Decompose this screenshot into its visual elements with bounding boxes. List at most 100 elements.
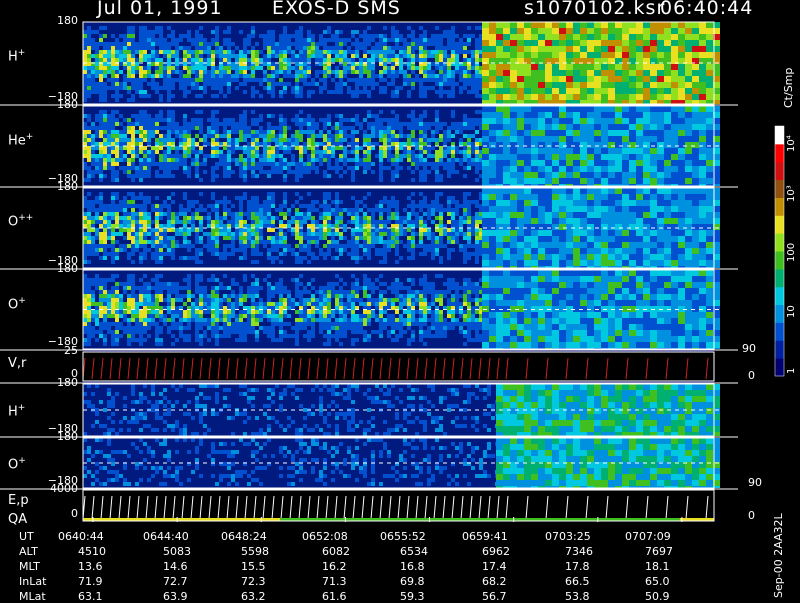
panel-6 — [83, 384, 722, 436]
footer-label-mlt: MLT — [19, 560, 40, 573]
panel-label-text: O — [8, 457, 18, 472]
footer-value: 53.8 — [565, 590, 590, 603]
panel-label-o-plus: O+ — [8, 296, 26, 312]
right-tick-bottom-o-plus-2: 90 — [748, 476, 762, 489]
footer-value: 72.3 — [241, 575, 266, 588]
footer-value: 61.6 — [322, 590, 347, 603]
footer-value: 59.3 — [400, 590, 425, 603]
footer-label-mlat: MLat — [19, 590, 46, 603]
footer-value: 65.0 — [645, 575, 670, 588]
y-tick-top-he-plus: 180 — [48, 98, 78, 111]
footer-value: 72.7 — [163, 575, 188, 588]
right-tick-top-v-r: 90 — [742, 342, 756, 355]
panel-label-qa: QA — [8, 512, 27, 527]
colorbar-segment-9 — [775, 215, 784, 233]
y-tick-top-o-plus: 180 — [48, 262, 78, 275]
panel-1 — [83, 22, 722, 104]
y-tick-bottom-e-p: 0 — [38, 507, 78, 520]
colorbar-tick-2: 10 — [786, 305, 797, 318]
panel-4 — [83, 270, 722, 349]
footer-value: 71.3 — [322, 575, 347, 588]
spectrogram-svg — [0, 0, 800, 600]
footer-value: 0648:24 — [221, 530, 267, 543]
panel-label-sup: + — [18, 456, 26, 466]
chart-stage: Jul 01, 1991 EXOS-D SMS s1070102.ksr 06:… — [0, 0, 800, 600]
footer-value: 17.8 — [565, 560, 590, 573]
colorbar-segment-2 — [775, 340, 784, 358]
footer-value: 63.2 — [241, 590, 266, 603]
panel-label-h-plus: H+ — [8, 48, 25, 64]
footer-value: 63.9 — [163, 590, 188, 603]
panel-8 — [83, 490, 714, 521]
y-tick-top-v-r: 25 — [48, 344, 78, 357]
y-tick-top-o-plus-plus: 180 — [48, 180, 78, 193]
footer-value: 14.6 — [163, 560, 188, 573]
footer-value: 69.8 — [400, 575, 425, 588]
footer-value: 17.4 — [482, 560, 507, 573]
colorbar-segment-14 — [775, 126, 784, 144]
footer-value: 0652:08 — [302, 530, 348, 543]
right-tick-bottom-v-r: 0 — [748, 369, 755, 382]
footer-value: 0640:44 — [58, 530, 104, 543]
colorbar-tick-1: 1 — [786, 368, 797, 374]
colorbar-segment-11 — [775, 180, 784, 198]
footer-value: 0659:41 — [462, 530, 508, 543]
footer-label-ut: UT — [19, 530, 34, 543]
panel-label-text: E,p — [8, 493, 29, 508]
footer-label-inlat: InLat — [19, 575, 46, 588]
panel-label-text: He — [8, 133, 26, 148]
y-tick-top-h-plus-2: 180 — [48, 376, 78, 389]
colorbar-segment-13 — [775, 144, 784, 162]
colorbar-segment-12 — [775, 162, 784, 180]
colorbar-segment-6 — [775, 269, 784, 287]
colorbar-segment-8 — [775, 233, 784, 251]
panel-label-sup: ++ — [18, 213, 33, 223]
panel-label-e-p: E,p — [8, 493, 29, 508]
panel-label-text: O — [8, 297, 18, 312]
colorbar-segment-5 — [775, 287, 784, 305]
panel-label-sup: + — [18, 403, 26, 413]
panel-label-text: H — [8, 49, 18, 64]
panel-label-text: H — [8, 404, 18, 419]
footer-value: 16.8 — [400, 560, 425, 573]
colorbar-segment-1 — [775, 358, 784, 376]
footer-value: 66.5 — [565, 575, 590, 588]
panel-label-sup: + — [18, 48, 26, 58]
colorbar-segment-3 — [775, 322, 784, 340]
panel-label-sup: + — [18, 296, 26, 306]
footer-value: 0655:52 — [380, 530, 426, 543]
side-stamp: Sep-00 2AA32L — [772, 513, 785, 598]
panel-label-v-r: V,r — [8, 356, 26, 371]
y-tick-top-o-plus-2: 180 — [48, 430, 78, 443]
panel-label-he-plus: He+ — [8, 132, 33, 148]
right-tick-bottom-e-p: 0 — [748, 509, 755, 522]
panel-label-sup: + — [26, 132, 34, 142]
colorbar-unit: Ct/Smp — [782, 68, 795, 108]
footer-value: 5083 — [163, 545, 191, 558]
footer-value: 68.2 — [482, 575, 507, 588]
footer-value: 0644:40 — [143, 530, 189, 543]
panel-2 — [83, 106, 722, 186]
panel-label-o-plus-2: O+ — [8, 456, 26, 472]
colorbar-segment-4 — [775, 305, 784, 323]
footer-value: 4510 — [78, 545, 106, 558]
panel-label-text: V,r — [8, 356, 26, 371]
panel-label-h-plus-2: H+ — [8, 403, 25, 419]
panel-7 — [83, 438, 722, 488]
y-tick-top-h-plus: 180 — [48, 14, 78, 27]
colorbar-segment-10 — [775, 197, 784, 215]
panel-5 — [83, 352, 714, 381]
footer-value: 56.7 — [482, 590, 507, 603]
y-tick-top-e-p: 4000 — [48, 482, 78, 495]
footer-value: 6962 — [482, 545, 510, 558]
footer-value: 7346 — [565, 545, 593, 558]
footer-value: 7697 — [645, 545, 673, 558]
footer-value: 71.9 — [78, 575, 103, 588]
footer-value: 13.6 — [78, 560, 103, 573]
footer-value: 6534 — [400, 545, 428, 558]
footer-value: 6082 — [322, 545, 350, 558]
footer-value: 0707:09 — [625, 530, 671, 543]
colorbar-tick-5: 10⁴ — [786, 135, 797, 152]
panel-label-text: O — [8, 214, 18, 229]
footer-value: 18.1 — [645, 560, 670, 573]
